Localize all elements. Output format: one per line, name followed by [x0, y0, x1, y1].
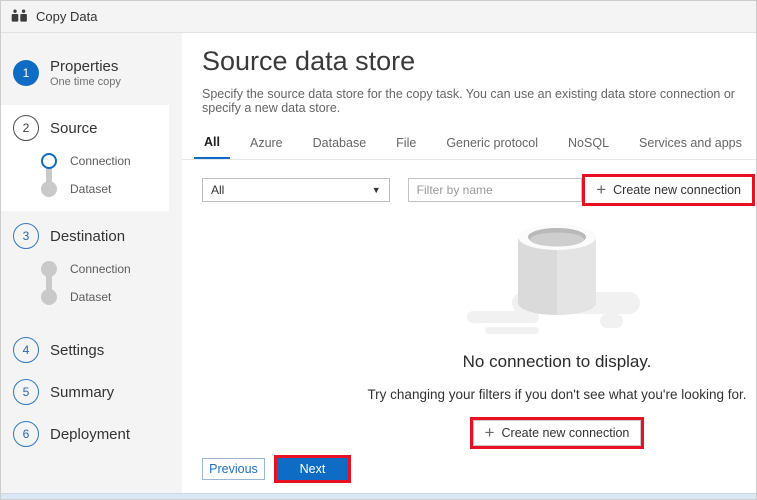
tab-services-and-apps[interactable]: Services and apps — [639, 129, 742, 159]
sidebar-item-destination[interactable]: 3 Destination — [1, 219, 169, 253]
substep-circle-icon — [41, 181, 57, 197]
step-number-badge: 5 — [13, 379, 39, 405]
wizard-footer: Previous Next — [202, 455, 756, 483]
create-new-connection-label: Create new connection — [613, 183, 741, 197]
tab-generic-protocol[interactable]: Generic protocol — [446, 129, 538, 159]
sidebar-item-destination-dataset[interactable]: Dataset — [1, 283, 169, 311]
app-header: Copy Data — [1, 1, 756, 33]
type-filter-dropdown[interactable]: All ▼ — [202, 178, 390, 202]
empty-state-hint: Try changing your filters if you don't s… — [337, 387, 757, 402]
name-filter-input[interactable] — [408, 178, 583, 202]
sidebar-item-deployment[interactable]: 6 Deployment — [1, 417, 182, 451]
annotation-highlight-box: + Create new connection — [582, 174, 755, 206]
substep-circle-icon — [41, 261, 57, 277]
wizard-steps-sidebar: 1 Properties One time copy 2 Source Conn… — [1, 33, 182, 493]
step-label: Source — [50, 120, 98, 137]
substep-label: Dataset — [70, 182, 111, 196]
sidebar-item-source-dataset[interactable]: Dataset — [1, 175, 169, 203]
filter-row: All ▼ + Create new connection — [182, 174, 756, 206]
chevron-down-icon: ▼ — [372, 185, 381, 195]
destination-substeps: Connection Dataset — [1, 255, 169, 311]
sidebar-group-source: 2 Source Connection Dataset — [1, 105, 169, 211]
sidebar-group-destination: 3 Destination Connection Dataset — [1, 213, 169, 319]
tab-file[interactable]: File — [396, 129, 416, 159]
page-title: Source data store — [202, 46, 756, 77]
main-panel: Source data store Specify the source dat… — [182, 33, 756, 493]
sidebar-item-destination-connection[interactable]: Connection — [1, 255, 169, 283]
step-number-badge: 3 — [13, 223, 39, 249]
create-new-connection-button[interactable]: + Create new connection — [585, 177, 752, 203]
tab-nosql[interactable]: NoSQL — [568, 129, 609, 159]
step-label: Properties — [50, 58, 121, 75]
create-new-connection-label: Create new connection — [502, 426, 630, 440]
sidebar-item-summary[interactable]: 5 Summary — [1, 375, 182, 409]
tab-azure[interactable]: Azure — [250, 129, 283, 159]
substep-circle-icon — [41, 153, 57, 169]
copy-data-wizard-window: Copy Data 1 Properties One time copy 2 S… — [0, 0, 757, 500]
window-bottom-edge — [1, 493, 756, 499]
app-title: Copy Data — [36, 9, 97, 24]
plus-icon: + — [485, 424, 495, 441]
tab-all[interactable]: All — [194, 128, 230, 159]
plus-icon: + — [596, 181, 606, 198]
type-filter-value: All — [211, 183, 224, 197]
copy-data-icon — [11, 9, 28, 24]
connector-category-tabs: All Azure Database File Generic protocol… — [182, 128, 756, 160]
empty-state-title: No connection to display. — [337, 352, 757, 372]
substep-label: Connection — [70, 154, 131, 168]
substep-label: Dataset — [70, 290, 111, 304]
create-new-connection-button-empty[interactable]: + Create new connection — [473, 420, 642, 446]
step-number-badge: 4 — [13, 337, 39, 363]
empty-database-illustration — [467, 224, 647, 339]
step-label: Deployment — [50, 426, 130, 443]
annotation-highlight-box: + Create new connection — [470, 417, 645, 449]
substep-circle-icon — [41, 289, 57, 305]
sidebar-item-source-connection[interactable]: Connection — [1, 147, 169, 175]
sidebar-item-properties[interactable]: 1 Properties One time copy — [1, 49, 182, 97]
sidebar-item-source[interactable]: 2 Source — [1, 111, 169, 145]
substep-label: Connection — [70, 262, 131, 276]
tab-database[interactable]: Database — [313, 129, 367, 159]
step-number-badge: 2 — [13, 115, 39, 141]
previous-button[interactable]: Previous — [202, 458, 265, 480]
step-label: Settings — [50, 342, 104, 359]
page-description: Specify the source data store for the co… — [202, 87, 756, 115]
step-label: Summary — [50, 384, 114, 401]
sidebar-item-settings[interactable]: 4 Settings — [1, 333, 182, 367]
next-button[interactable]: Next — [277, 458, 348, 480]
step-sublabel: One time copy — [50, 76, 121, 88]
annotation-highlight-box: Next — [274, 455, 351, 483]
empty-state: No connection to display. Try changing y… — [337, 224, 757, 449]
step-label: Destination — [50, 228, 125, 245]
step-number-badge: 6 — [13, 421, 39, 447]
source-substeps: Connection Dataset — [1, 147, 169, 203]
step-number-badge: 1 — [13, 60, 39, 86]
